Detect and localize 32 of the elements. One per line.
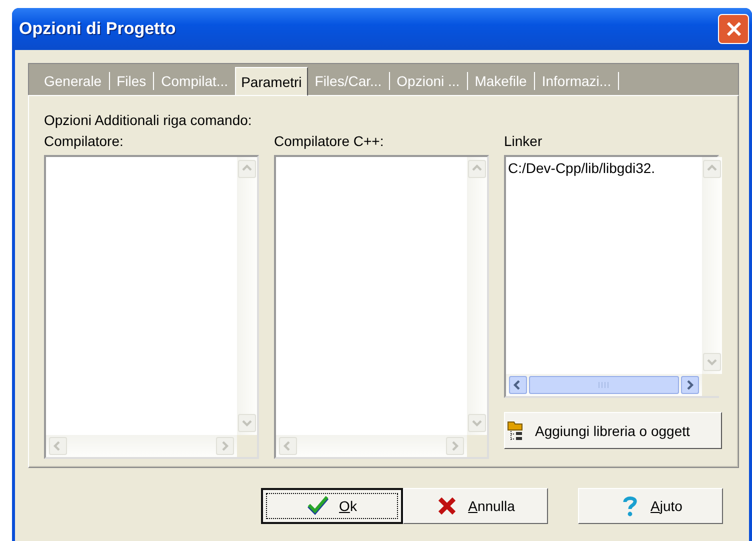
tab[interactable]: Files/Car... (308, 72, 390, 90)
text-area[interactable]: C:/Dev-Cpp/lib/libgdi32. (504, 155, 719, 398)
cancel-button[interactable]: Annulla (403, 488, 548, 524)
tab[interactable]: Files (110, 72, 154, 90)
column-label: Compilatore: (44, 133, 124, 151)
scroll-arrow-button[interactable] (509, 376, 527, 394)
horizontal-scrollbar[interactable] (506, 374, 702, 396)
close-button[interactable] (718, 14, 749, 44)
tab[interactable]: Makefile (468, 72, 535, 90)
help-button[interactable]: Ajuto (578, 488, 723, 524)
add-library-button[interactable]: Aggiungi libreria o oggett (504, 412, 722, 449)
close-icon (724, 20, 742, 38)
tab[interactable]: Informazi... (534, 72, 620, 90)
scrollbar-corner (237, 435, 257, 457)
column-label: Compilatore C++: (274, 133, 385, 151)
cross-icon (436, 495, 458, 517)
scroll-thumb[interactable] (529, 376, 679, 394)
text-area[interactable] (44, 155, 259, 459)
window-title: Opzioni di Progetto (19, 19, 176, 39)
ok-button[interactable]: Ok (261, 488, 403, 524)
tab[interactable]: Parametri (235, 67, 308, 96)
tab[interactable]: Opzioni ... (390, 72, 468, 90)
text-area[interactable] (274, 155, 489, 459)
checkmark-icon (307, 495, 330, 517)
scrollbar-corner (467, 435, 487, 457)
column-label: Linker (504, 133, 544, 151)
text-line: C:/Dev-Cpp/lib/libgdi32. (508, 160, 656, 176)
section-label: Opzioni Additionali riga comando: (44, 112, 253, 128)
scrollbar-corner (702, 374, 722, 396)
tab[interactable]: Generale (37, 72, 110, 90)
grip-icon (598, 381, 610, 389)
scroll-arrow-button[interactable] (681, 376, 699, 394)
